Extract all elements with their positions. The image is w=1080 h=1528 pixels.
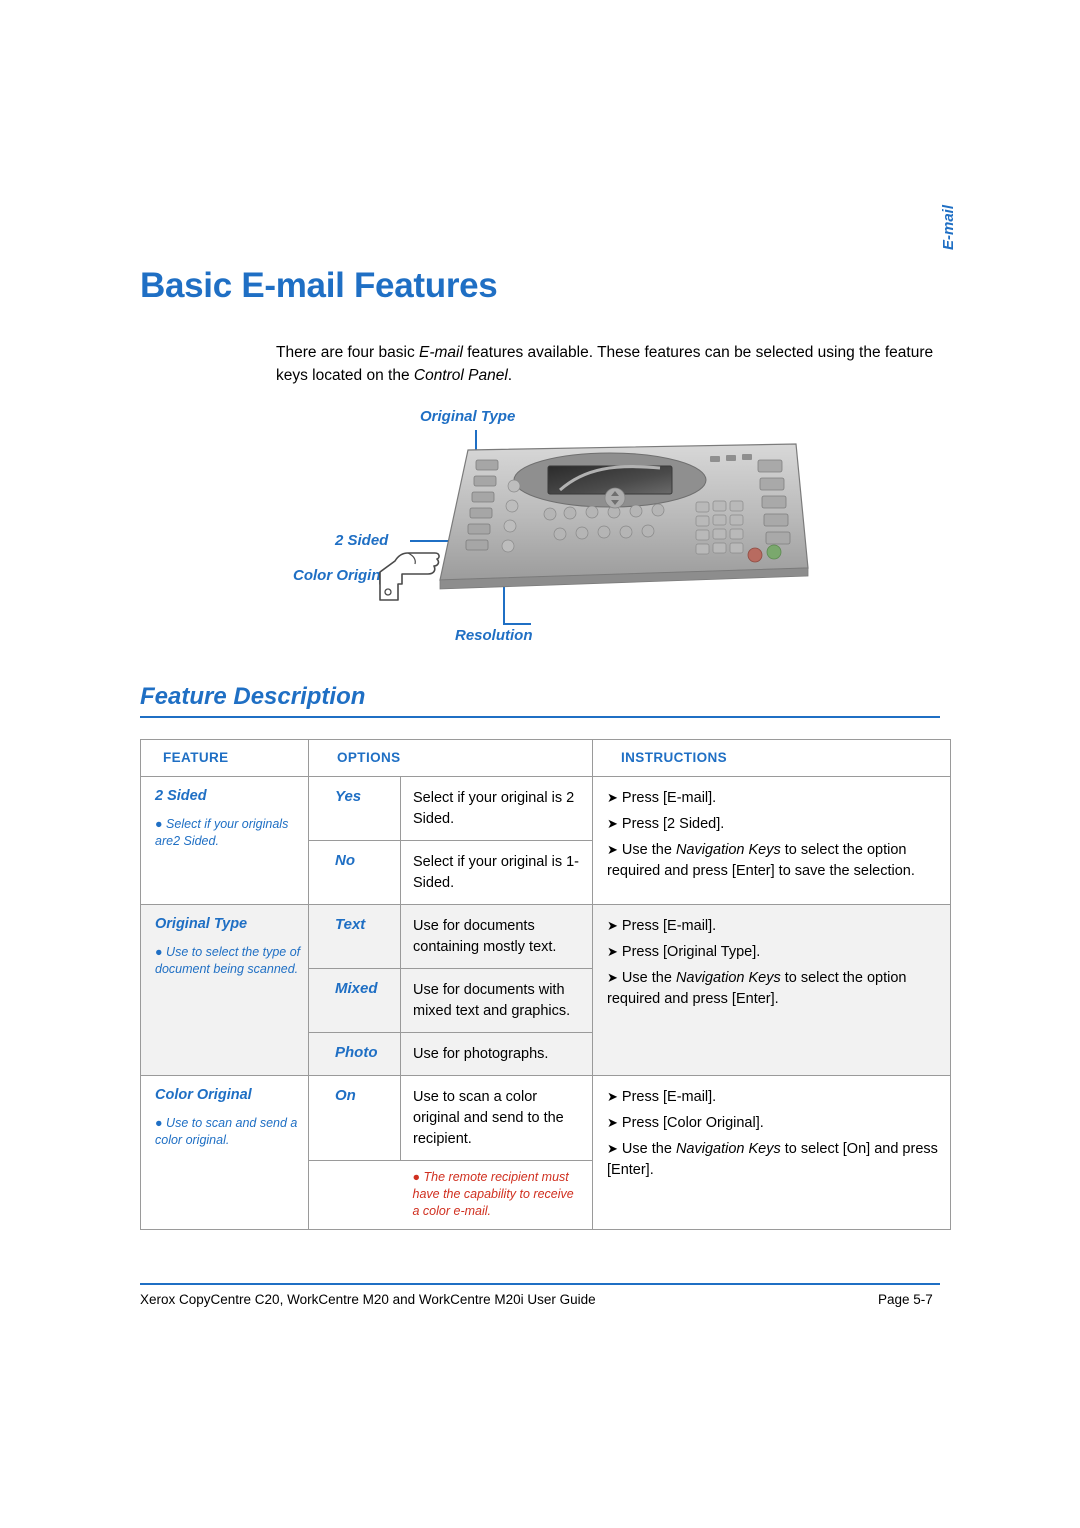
cell-option-on: On [308,1075,401,1161]
table-row: Color Original ● Use to scan and send a … [140,1075,951,1230]
option-label: On [335,1087,356,1104]
feature-label: 2 Sided [155,788,207,804]
page-title: Basic E-mail Features [140,266,498,306]
cell-instructions-2-sided: ➤ Press [E-mail]. ➤ Press [2 Sided]. ➤ Use… [592,776,951,905]
table-row: Original Type ● Use to select the type o… [140,904,951,1076]
cell-option-yes-desc: Select if your original is 2 Sided. [400,776,593,841]
figure-label-original-type: Original Type [420,408,516,425]
intro-paragraph: There are four basic E-mail features ava… [276,344,934,384]
option-label: Photo [335,1044,378,1061]
column-header-feature: FEATURE [163,750,229,765]
option-description: Use for documents with mixed text and gr… [413,982,571,1019]
cell-option-text-desc: Use for documents containing mostly text… [400,904,593,969]
cell-instructions-color-original: ➤ Press [E-mail]. ➤ Press [Color Original… [592,1075,951,1230]
feature-note: ● Use to select the type of document bei… [155,945,301,976]
option-description: Use to scan a color original and send to… [413,1089,564,1147]
cell-option-photo: Photo [308,1032,401,1076]
cell-option-on-desc: Use to scan a color original and send to… [400,1075,593,1161]
column-header-options: OPTIONS [337,750,401,765]
cell-option-mixed: Mixed [308,968,401,1033]
cell-option-warning: ● The remote recipient must have the cap… [400,1160,593,1230]
feature-label: Color Original [155,1087,252,1103]
feature-note: ● Select if your originals are2 Sided. [155,817,289,848]
feature-label: Original Type [155,916,248,932]
column-header-instructions: INSTRUCTIONS [621,750,728,765]
option-label: Text [335,916,366,933]
cell-option-warning-spacer [308,1160,401,1230]
cell-option-no-desc: Select if your original is 1-Sided. [400,840,593,905]
cell-feature-2-sided: 2 Sided ● Select if your originals are2 … [140,776,309,905]
option-label: Yes [335,788,362,805]
cell-option-yes: Yes [308,776,401,841]
option-warning-note: ● The remote recipient must have the cap… [412,1170,574,1218]
cell-option-text: Text [308,904,401,969]
option-description: Use for documents containing mostly text… [413,918,557,955]
cell-option-mixed-desc: Use for documents with mixed text and gr… [400,968,593,1033]
table-header-row: FEATURE OPTIONS INSTRUCTIONS [140,739,951,777]
footer-page-number: Page 5-7 [878,1292,933,1307]
footer-divider [140,1283,940,1285]
section-title: Feature Description [140,683,366,710]
feature-description-table: FEATURE OPTIONS INSTRUCTIONS 2 Sided ● S… [140,739,951,1230]
option-description: Use for photographs. [413,1046,549,1062]
option-description: Select if your original is 2 Sided. [413,790,575,827]
option-label: Mixed [335,980,378,997]
control-panel-figure: Original Type 2 Sided Color Original Res… [280,400,840,650]
document-page: Basic E-mail Features E-mail There are f… [0,0,1080,1528]
table-row: 2 Sided ● Select if your originals are2 … [140,776,951,905]
cell-option-no: No [308,840,401,905]
figure-label-resolution: Resolution [455,627,533,644]
cell-option-photo-desc: Use for photographs. [400,1032,593,1076]
feature-note: ● Use to scan and send a color original. [155,1116,298,1147]
section-divider [140,716,940,718]
figure-label-2-sided: 2 Sided [335,532,389,549]
instructions-text: ➤ Press [E-mail]. ➤ Press [Color Original… [607,1089,938,1178]
printer-control-panel-image [410,440,830,600]
footer-document-title: Xerox CopyCentre C20, WorkCentre M20 and… [140,1292,596,1307]
cell-feature-original-type: Original Type ● Use to select the type o… [140,904,309,1076]
instructions-text: ➤ Press [E-mail]. ➤ Press [2 Sided]. ➤ Use… [607,790,915,879]
leader-line-resolution-h [503,623,531,625]
cell-feature-color-original: Color Original ● Use to scan and send a … [140,1075,309,1230]
option-label: No [335,852,355,869]
cell-instructions-original-type: ➤ Press [E-mail]. ➤ Press [Original Type]… [592,904,951,1076]
option-description: Select if your original is 1-Sided. [413,854,580,891]
instructions-text: ➤ Press [E-mail]. ➤ Press [Original Type]… [607,918,907,1007]
chapter-side-tab: E-mail [940,204,957,250]
